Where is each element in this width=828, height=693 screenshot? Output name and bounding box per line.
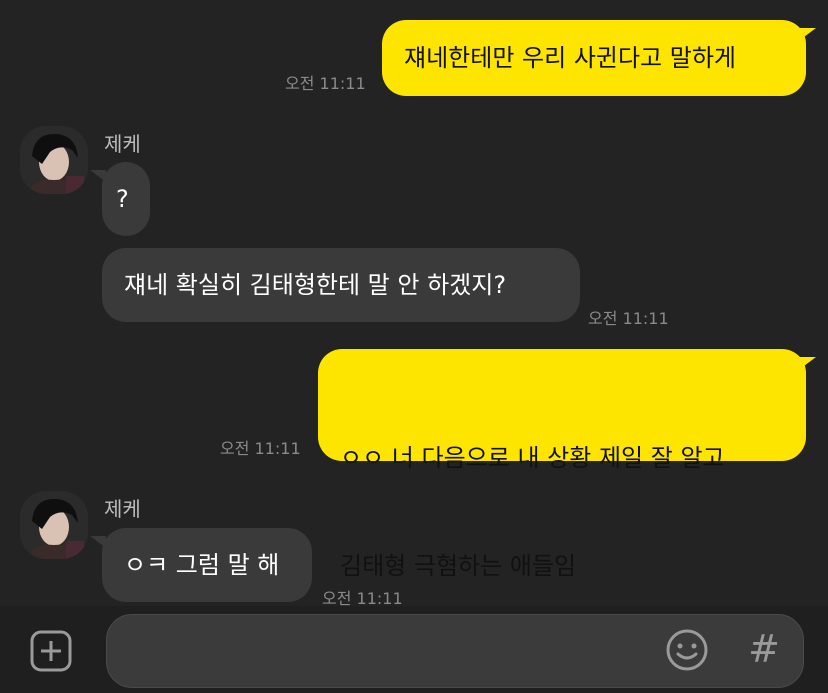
avatar-photo	[20, 491, 88, 559]
plus-icon	[30, 630, 72, 672]
bubble-tail	[90, 536, 106, 548]
bubble-tail	[800, 28, 816, 40]
their-message-bubble[interactable]: ㅇㅋ 그럼 말 해	[102, 528, 312, 602]
attach-button[interactable]	[30, 630, 72, 672]
message-line: ㅇㅇ 너 다음으로 내 상황 제일 잘 알고	[340, 444, 725, 472]
my-message-bubble[interactable]: 쟤네한테만 우리 사귄다고 말하게	[382, 20, 806, 96]
emoji-icon	[666, 629, 708, 671]
message-time: 오전 11:11	[220, 439, 301, 458]
avatar[interactable]	[20, 126, 88, 194]
their-message-bubble[interactable]: 쟤네 확실히 김태형한테 말 안 하겠지?	[102, 248, 580, 322]
hash-icon[interactable]: #	[744, 624, 784, 674]
my-message-bubble[interactable]: ㅇㅇ 너 다음으로 내 상황 제일 잘 알고 김태형 극혐하는 애들임	[318, 349, 806, 580]
message-time: 오전 11:11	[588, 309, 669, 328]
message-time: 오전 11:11	[285, 74, 366, 93]
emoji-button[interactable]	[664, 627, 710, 673]
avatar[interactable]	[20, 491, 88, 559]
message-line: 김태형 극혐하는 애들임	[340, 552, 577, 580]
sender-name: 제케	[104, 497, 141, 521]
sender-name: 제케	[104, 132, 141, 156]
bubble-tail	[90, 170, 106, 182]
avatar-photo	[20, 126, 88, 194]
their-message-bubble[interactable]: ?	[102, 162, 150, 236]
bubble-tail	[800, 357, 816, 369]
